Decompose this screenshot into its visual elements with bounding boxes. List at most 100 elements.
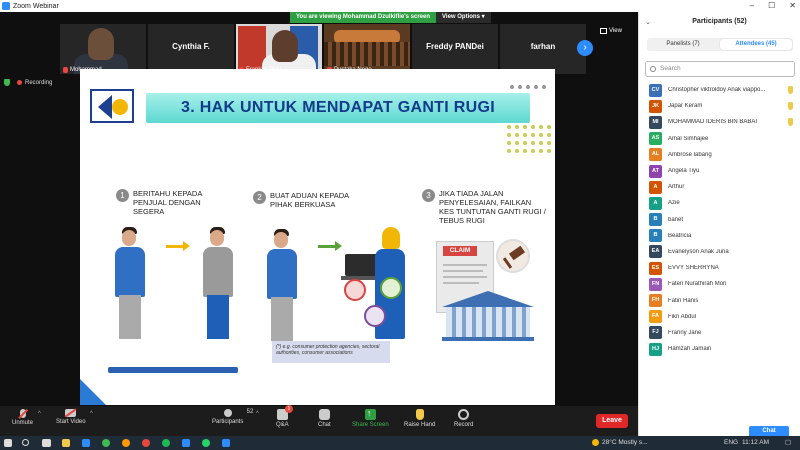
document-line xyxy=(443,276,487,278)
participant-name: Amal Simhajee xyxy=(668,135,709,142)
participant-name: Angela Tiyu xyxy=(668,168,700,175)
windows-taskbar: 28°C Mostly s... ENG 11:12 AM ▢ xyxy=(0,436,800,450)
view-options-button[interactable]: View Options ▾ xyxy=(436,12,491,23)
leave-button[interactable]: Leave xyxy=(596,414,628,428)
participant-name: Arthur xyxy=(668,184,685,191)
video-thumbnail[interactable]: Mohammad ... xyxy=(60,24,146,74)
avatar: AL xyxy=(649,148,662,162)
participant-row[interactable]: EA Evanelyson Anak Juna xyxy=(639,244,800,260)
participant-row[interactable]: FH Fatin Hanis xyxy=(639,292,800,308)
participant-row[interactable]: MI MOHAMMAD IDERIS BIN BABAI xyxy=(639,114,800,130)
participant-name: Christopher viktroldoy Anak viappo... xyxy=(668,87,766,94)
participant-row[interactable]: JK Japar Keram xyxy=(639,98,800,114)
browser-icon[interactable] xyxy=(122,439,130,447)
close-icon[interactable]: ✕ xyxy=(789,0,796,12)
participant-row[interactable]: AL Ambrose labang xyxy=(639,147,800,163)
step-2: 2 BUAT ADUAN KEPADA PIHAK BERKUASA xyxy=(253,191,363,209)
video-options-caret[interactable]: ^ xyxy=(90,411,93,417)
participant-row[interactable]: FA Fikri Abdul xyxy=(639,309,800,325)
spotify-icon[interactable] xyxy=(162,439,170,447)
view-layout-button[interactable]: View xyxy=(600,28,622,34)
participant-name: Faten Nurathirah Mori xyxy=(668,281,727,288)
file-explorer-icon[interactable] xyxy=(62,439,70,447)
app-icon[interactable] xyxy=(182,439,190,447)
chrome-icon[interactable] xyxy=(102,439,110,447)
start-video-label: Start Video xyxy=(56,419,86,425)
avatar: B xyxy=(649,213,662,227)
language-indicator[interactable]: ENG xyxy=(724,438,738,448)
avatar: A xyxy=(649,196,662,210)
weather-widget[interactable]: 28°C Mostly s... xyxy=(592,438,648,448)
search-icon[interactable] xyxy=(22,439,29,446)
slide-title: 3. HAK UNTUK MENDAPAT GANTI RUGI xyxy=(146,93,530,123)
participant-search-input[interactable]: Search xyxy=(645,61,795,77)
participant-row[interactable]: AT Angela Tiyu xyxy=(639,163,800,179)
share-screen-button[interactable]: Share Screen xyxy=(352,408,389,428)
avatar: FJ xyxy=(649,326,662,340)
participant-tabs: Panelists (7) Attendees (45) xyxy=(647,38,793,51)
raise-hand-icon xyxy=(415,409,424,420)
participant-row[interactable]: AS Amal Simhajee xyxy=(639,131,800,147)
participant-row[interactable]: B Beatricia xyxy=(639,228,800,244)
security-shield-icon[interactable] xyxy=(4,79,10,86)
windows-start-icon[interactable] xyxy=(4,439,12,447)
authority-badge-icon xyxy=(380,277,402,299)
viewing-banner: You are viewing Mohammad Dzulkiflie's sc… xyxy=(290,12,491,23)
maximize-icon[interactable]: ☐ xyxy=(768,0,775,12)
avatar: FA xyxy=(649,310,662,324)
next-thumbnails-button[interactable]: › xyxy=(577,40,593,56)
qa-button[interactable]: 1 Q&A xyxy=(276,405,293,428)
participants-panel: ⌄ Participants (52) Panelists (7) Attend… xyxy=(638,12,800,436)
app-icon[interactable] xyxy=(142,439,150,447)
figure-body xyxy=(267,249,297,299)
video-thumbnail[interactable]: Franklin PAN... xyxy=(236,24,322,74)
raise-hand-button[interactable]: Raise Hand xyxy=(404,409,435,428)
courthouse-steps xyxy=(442,337,534,341)
video-thumbnail[interactable]: Cynthia F. xyxy=(148,24,234,74)
participant-row[interactable]: FJ Franny Jane xyxy=(639,325,800,341)
seller-figure xyxy=(198,227,238,367)
thumbnail-person-face xyxy=(272,30,298,62)
whatsapp-icon[interactable] xyxy=(202,439,210,447)
participant-row[interactable]: A Azie xyxy=(639,195,800,211)
start-video-button[interactable]: Start Video xyxy=(56,409,86,425)
participant-row[interactable]: HJ Hamzah Jamain xyxy=(639,341,800,357)
participants-button[interactable]: 52 Participants xyxy=(212,409,253,425)
participant-row[interactable]: ES EVVY SHERRYNA xyxy=(639,260,800,276)
participant-row[interactable]: Bbanet xyxy=(639,212,800,228)
audio-options-caret[interactable]: ^ xyxy=(38,411,41,417)
participants-icon xyxy=(223,409,232,417)
participant-row[interactable]: A Arthur xyxy=(639,179,800,195)
search-placeholder: Search xyxy=(660,65,681,72)
participant-row[interactable]: CV Christopher viktroldoy Anak viappo... xyxy=(639,82,800,98)
camera-off-icon xyxy=(65,409,77,417)
video-thumbnail-strip: Mohammad ... Cynthia F. Franklin PAN... … xyxy=(60,24,586,74)
record-button[interactable]: Record xyxy=(454,409,473,428)
participant-name: Franny Jane xyxy=(668,329,702,336)
video-thumbnail[interactable]: farhan xyxy=(500,24,586,74)
zoom-app-icon xyxy=(2,2,10,10)
tab-panelists[interactable]: Panelists (7) xyxy=(647,38,719,51)
app-icon[interactable] xyxy=(222,439,230,447)
avatar: ES xyxy=(649,261,662,275)
ground-bar xyxy=(108,367,238,373)
thumbnail-person-face xyxy=(88,28,114,60)
share-screen-label: Share Screen xyxy=(352,422,389,428)
chat-button[interactable]: Chat xyxy=(318,409,331,428)
unmute-button[interactable]: Unmute xyxy=(12,409,33,426)
panel-chat-button[interactable]: Chat xyxy=(749,426,789,436)
clock[interactable]: 11:12 AM xyxy=(742,438,769,448)
participants-options-caret[interactable]: ^ xyxy=(256,411,259,417)
chat-label: Chat xyxy=(318,422,331,428)
notification-icon[interactable]: ▢ xyxy=(785,438,791,448)
task-view-icon[interactable] xyxy=(42,439,51,447)
association-badge-icon xyxy=(364,305,386,327)
video-thumbnail[interactable]: Pustaka Nege... xyxy=(324,24,410,74)
participant-row[interactable]: FN Faten Nurathirah Mori xyxy=(639,276,800,292)
tab-attendees[interactable]: Attendees (45) xyxy=(720,39,792,50)
raise-hand-label: Raise Hand xyxy=(404,422,436,428)
thumbnail-crowd xyxy=(324,42,410,66)
minimize-icon[interactable]: – xyxy=(750,0,754,12)
video-thumbnail[interactable]: Freddy PANDei xyxy=(412,24,498,74)
zoom-taskbar-icon[interactable] xyxy=(82,439,90,447)
